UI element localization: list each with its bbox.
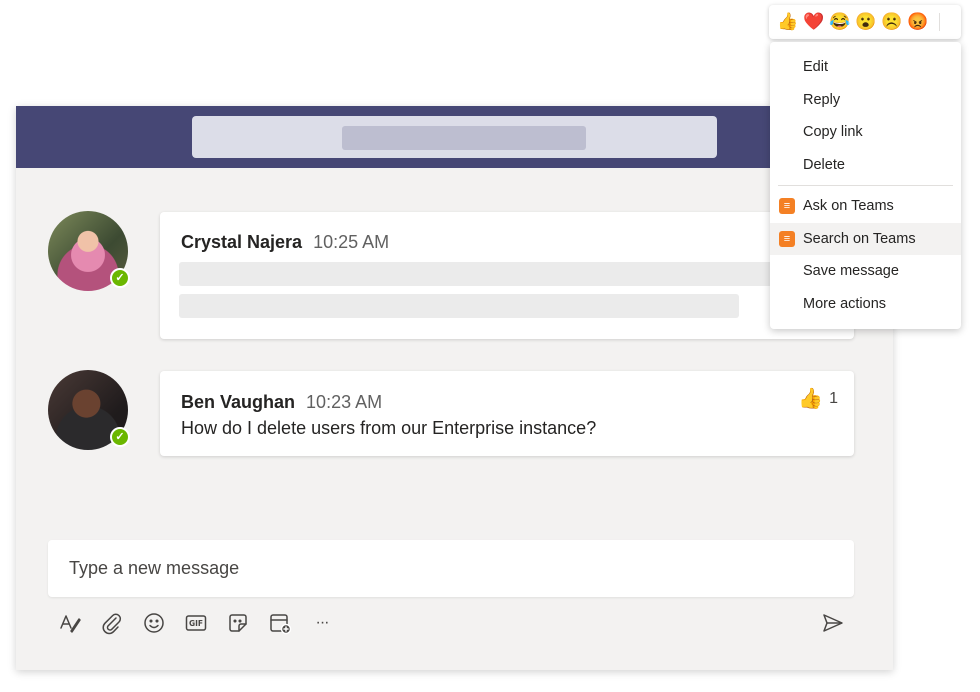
message-placeholder-line bbox=[179, 294, 739, 318]
menu-item-label: More actions bbox=[803, 295, 887, 312]
message-time: 10:23 AM bbox=[306, 392, 383, 412]
stackoverflow-icon: ≡ bbox=[779, 198, 795, 214]
menu-item-search-on-teams[interactable]: ≡ Search on Teams bbox=[770, 222, 961, 255]
message-author: Crystal Najera bbox=[181, 232, 303, 252]
message-reaction[interactable]: 👍 1 bbox=[798, 386, 838, 411]
format-icon[interactable] bbox=[56, 609, 84, 637]
menu-item-label: Save message bbox=[803, 263, 899, 280]
message-text: How do I delete users from our Enterpris… bbox=[181, 418, 597, 438]
menu-item-label: Reply bbox=[803, 91, 841, 108]
compose-box[interactable]: Type a new message bbox=[48, 540, 854, 597]
menu-item-ask-on-teams[interactable]: ≡ Ask on Teams bbox=[770, 190, 961, 223]
gif-icon[interactable]: GIF bbox=[182, 609, 210, 637]
message-header: Crystal Najera 10:25 AM bbox=[181, 232, 389, 253]
message-context-menu: Edit Reply Copy link Delete ≡ Ask on Tea… bbox=[770, 42, 961, 329]
message-card[interactable]: Ben Vaughan 10:23 AM How do I delete use… bbox=[160, 371, 854, 456]
search-box[interactable] bbox=[192, 116, 717, 158]
avatar-crystal-najera[interactable]: ✓ bbox=[48, 211, 130, 291]
menu-item-reply[interactable]: Reply bbox=[770, 84, 961, 117]
menu-item-edit[interactable]: Edit bbox=[770, 51, 961, 84]
heart-reaction-button[interactable]: ❤️ bbox=[803, 12, 824, 32]
message-card[interactable]: Crystal Najera 10:25 AM bbox=[160, 212, 854, 339]
menu-item-label: Edit bbox=[803, 59, 828, 76]
menu-item-save-message[interactable]: Save message bbox=[770, 255, 961, 288]
thumbs-up-icon: 👍 bbox=[798, 388, 824, 410]
reaction-bar: 👍 ❤️ 😂 😮 ☹️ 😡 bbox=[769, 5, 961, 39]
presence-available-icon: ✓ bbox=[110, 427, 130, 447]
message-header: Ben Vaughan 10:23 AM bbox=[181, 392, 382, 413]
surprised-reaction-button[interactable]: 😮 bbox=[855, 12, 876, 32]
angry-reaction-button[interactable]: 😡 bbox=[907, 12, 928, 32]
stackoverflow-icon: ≡ bbox=[779, 230, 795, 247]
compose-toolbar: GIF ··· bbox=[56, 609, 336, 637]
attach-icon[interactable] bbox=[98, 609, 126, 637]
presence-available-icon: ✓ bbox=[110, 268, 130, 288]
menu-divider bbox=[778, 185, 953, 186]
svg-text:GIF: GIF bbox=[189, 619, 203, 628]
menu-item-label: Delete bbox=[803, 156, 845, 173]
like-reaction-button[interactable]: 👍 bbox=[777, 12, 798, 32]
search-box-placeholder bbox=[342, 126, 586, 150]
reaction-bar-divider bbox=[939, 13, 940, 31]
message-author: Ben Vaughan bbox=[181, 392, 296, 412]
avatar-ben-vaughan[interactable]: ✓ bbox=[48, 370, 130, 450]
title-bar bbox=[16, 106, 893, 168]
menu-item-label: Ask on Teams bbox=[803, 198, 894, 215]
message-placeholder-line bbox=[179, 262, 779, 286]
menu-item-copy-link[interactable]: Copy link bbox=[770, 116, 961, 149]
emoji-icon[interactable] bbox=[140, 609, 168, 637]
laugh-reaction-button[interactable]: 😂 bbox=[829, 12, 850, 32]
compose-placeholder: Type a new message bbox=[69, 558, 240, 578]
reaction-count: 1 bbox=[829, 389, 838, 407]
message-time: 10:25 AM bbox=[313, 232, 390, 252]
send-icon[interactable] bbox=[819, 609, 847, 637]
menu-item-label: Search on Teams bbox=[803, 230, 916, 247]
more-icon[interactable]: ··· bbox=[308, 609, 336, 637]
menu-item-delete[interactable]: Delete bbox=[770, 149, 961, 182]
sticker-icon[interactable] bbox=[224, 609, 252, 637]
teams-chat-window: ✓ Crystal Najera 10:25 AM ✓ Ben Vaughan … bbox=[16, 106, 893, 670]
menu-item-label: Copy link bbox=[803, 124, 863, 141]
meeting-icon[interactable] bbox=[266, 609, 294, 637]
sad-reaction-button[interactable]: ☹️ bbox=[881, 12, 902, 32]
menu-item-more-actions[interactable]: More actions bbox=[770, 288, 961, 321]
